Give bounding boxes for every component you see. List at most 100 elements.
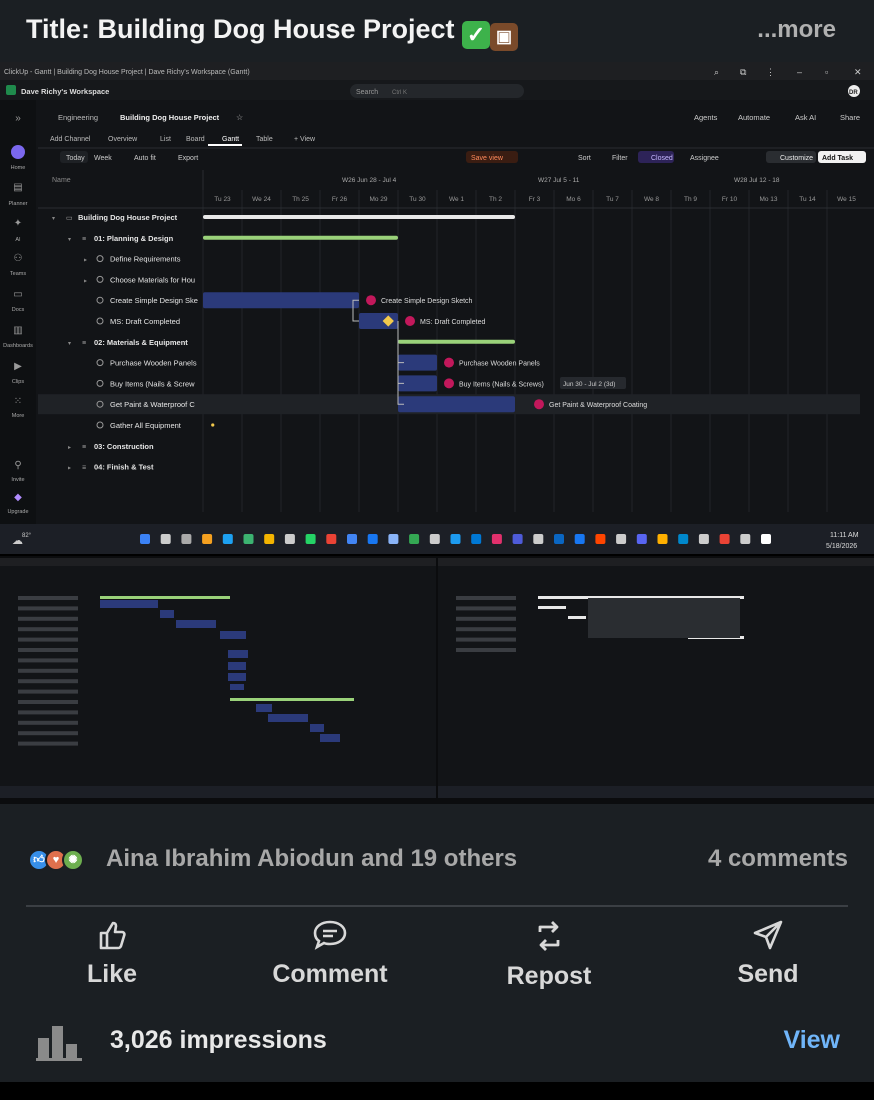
tab-table[interactable]: Table bbox=[256, 136, 273, 143]
upgrade-icon[interactable]: ◆ bbox=[14, 492, 22, 503]
nav-upgrade[interactable]: Upgrade bbox=[7, 509, 28, 515]
tab-board[interactable]: Board bbox=[186, 136, 205, 143]
filter-button[interactable]: Filter bbox=[612, 155, 628, 162]
extensions-icon[interactable]: ⧉ bbox=[740, 67, 747, 77]
summary-bar[interactable] bbox=[398, 339, 515, 344]
taskbar-app-icon[interactable] bbox=[533, 534, 544, 544]
task-name[interactable]: MS: Draft Completed bbox=[110, 317, 180, 326]
teams-icon[interactable]: ⚇ bbox=[14, 253, 23, 264]
taskbar-app-icon[interactable] bbox=[284, 534, 295, 544]
breadcrumb-space[interactable]: Engineering bbox=[58, 113, 98, 122]
comment-button[interactable]: Comment bbox=[250, 918, 410, 989]
task-name[interactable]: Choose Materials for Hou bbox=[110, 275, 195, 284]
kebab-menu-icon[interactable]: ⋮ bbox=[766, 67, 775, 77]
taskbar-app-icon[interactable] bbox=[678, 534, 689, 544]
taskbar-app-icon[interactable] bbox=[367, 534, 378, 544]
task-name[interactable]: Purchase Wooden Panels bbox=[110, 359, 197, 368]
taskbar-app-icon[interactable] bbox=[409, 534, 420, 544]
expand-caret-icon[interactable]: ▾ bbox=[68, 341, 71, 347]
sort-button[interactable]: Sort bbox=[578, 155, 591, 162]
customize-button[interactable]: Customize bbox=[780, 155, 813, 162]
nav-clips[interactable]: Clips bbox=[12, 379, 24, 385]
taskbar-app-icon[interactable] bbox=[657, 534, 668, 544]
taskbar-app-icon[interactable] bbox=[719, 534, 730, 544]
planner-icon[interactable]: ▤ bbox=[13, 182, 22, 193]
reaction-icons[interactable]: 👍︎ ♥ ✺ bbox=[28, 843, 84, 877]
agents-button[interactable]: Agents bbox=[694, 113, 718, 122]
summary-bar[interactable] bbox=[203, 235, 398, 240]
taskbar-app-icon[interactable] bbox=[202, 534, 213, 544]
taskbar-app-icon[interactable] bbox=[512, 534, 523, 544]
more-apps-icon[interactable]: ⁙ bbox=[14, 396, 22, 407]
task-name[interactable]: 03: Construction bbox=[94, 442, 154, 451]
expand-caret-icon[interactable]: ▸ bbox=[68, 466, 71, 472]
nav-dashboards[interactable]: Dashboards bbox=[3, 343, 33, 349]
taskbar-app-icon[interactable] bbox=[326, 534, 337, 544]
tab-gantt[interactable]: Gantt bbox=[222, 136, 239, 143]
expand-caret-icon[interactable]: ▸ bbox=[84, 258, 87, 264]
tab-overview[interactable]: Overview bbox=[108, 136, 138, 143]
taskbar-app-icon[interactable] bbox=[140, 534, 150, 544]
taskbar-app-icon[interactable] bbox=[222, 534, 233, 544]
reactors-text[interactable]: Aina Ibrahim Abiodun and 19 others bbox=[106, 845, 517, 873]
expand-caret-icon[interactable]: ▾ bbox=[68, 237, 71, 243]
assignee-button[interactable]: Assignee bbox=[690, 155, 719, 162]
breadcrumb-project[interactable]: Building Dog House Project bbox=[120, 113, 220, 122]
tab-list[interactable]: List bbox=[160, 136, 171, 143]
nav-ai[interactable]: AI bbox=[15, 237, 21, 243]
export-button[interactable]: Export bbox=[178, 155, 198, 162]
today-button[interactable]: Today bbox=[66, 155, 85, 162]
summary-bar[interactable] bbox=[203, 215, 515, 219]
zoom-icon[interactable]: ⌕ bbox=[714, 67, 719, 77]
more-link[interactable]: ...more bbox=[757, 16, 836, 44]
taskbar-app-icon[interactable] bbox=[243, 534, 254, 544]
nav-planner[interactable]: Planner bbox=[9, 201, 28, 207]
taskbar-app-icon[interactable] bbox=[388, 534, 399, 544]
nav-docs[interactable]: Docs bbox=[12, 307, 25, 313]
taskbar-app-icon[interactable] bbox=[740, 534, 751, 544]
taskbar-app-icon[interactable] bbox=[181, 534, 192, 544]
repost-button[interactable]: Repost bbox=[469, 918, 629, 991]
taskbar-app-icon[interactable] bbox=[160, 534, 171, 544]
taskbar-app-icon[interactable] bbox=[347, 534, 357, 544]
taskbar-app-icon[interactable] bbox=[491, 534, 502, 544]
automate-button[interactable]: Automate bbox=[738, 113, 770, 122]
autofit-button[interactable]: Auto fit bbox=[134, 155, 156, 162]
task-name[interactable]: Create Simple Design Ske bbox=[110, 296, 198, 305]
clips-icon[interactable]: ▶ bbox=[14, 361, 22, 372]
taskbar-app-icon[interactable] bbox=[761, 534, 771, 544]
task-name[interactable]: Gather All Equipment bbox=[110, 421, 182, 430]
taskbar-app-icon[interactable] bbox=[595, 534, 606, 544]
taskbar-app-icon[interactable] bbox=[471, 534, 482, 544]
task-name[interactable]: 04: Finish & Test bbox=[94, 463, 154, 472]
expand-sidebar-icon[interactable]: » bbox=[15, 113, 21, 124]
taskbar-app-icon[interactable] bbox=[636, 534, 647, 544]
task-bar[interactable] bbox=[398, 396, 515, 413]
task-name[interactable]: 02: Materials & Equipment bbox=[94, 338, 188, 347]
expand-caret-icon[interactable]: ▾ bbox=[52, 216, 55, 222]
week-select[interactable]: Week bbox=[94, 155, 112, 162]
search-input[interactable]: Search bbox=[356, 89, 378, 96]
comments-count[interactable]: 4 comments bbox=[708, 845, 848, 873]
add-task-button[interactable]: Add Task bbox=[822, 155, 853, 162]
close-icon[interactable]: ✕ bbox=[854, 67, 862, 77]
tab-addchannel[interactable]: Add Channel bbox=[50, 136, 91, 143]
tab-view[interactable]: + View bbox=[294, 136, 316, 143]
task-name[interactable]: Define Requirements bbox=[110, 255, 181, 264]
taskbar-app-icon[interactable] bbox=[554, 534, 564, 544]
minimize-icon[interactable]: – bbox=[797, 67, 802, 77]
taskbar-app-icon[interactable] bbox=[450, 534, 461, 544]
view-analytics-link[interactable]: View bbox=[783, 1026, 840, 1055]
nav-more[interactable]: More bbox=[12, 413, 25, 419]
maximize-icon[interactable]: ▫ bbox=[825, 67, 828, 77]
nav-teams[interactable]: Teams bbox=[10, 271, 26, 277]
nav-invite[interactable]: Invite bbox=[11, 477, 24, 483]
nav-home[interactable]: Home bbox=[11, 165, 26, 171]
taskbar-app-icon[interactable] bbox=[698, 534, 709, 544]
docs-icon[interactable]: ▭ bbox=[13, 289, 22, 300]
like-button[interactable]: Like bbox=[32, 918, 192, 989]
favorite-star-icon[interactable]: ☆ bbox=[236, 113, 243, 122]
workspace-name[interactable]: Dave Richy's Workspace bbox=[21, 87, 109, 96]
ai-icon[interactable]: ✦ bbox=[14, 218, 22, 229]
screenshot-image[interactable]: ClickUp - Gantt | Building Dog House Pro… bbox=[0, 62, 874, 804]
